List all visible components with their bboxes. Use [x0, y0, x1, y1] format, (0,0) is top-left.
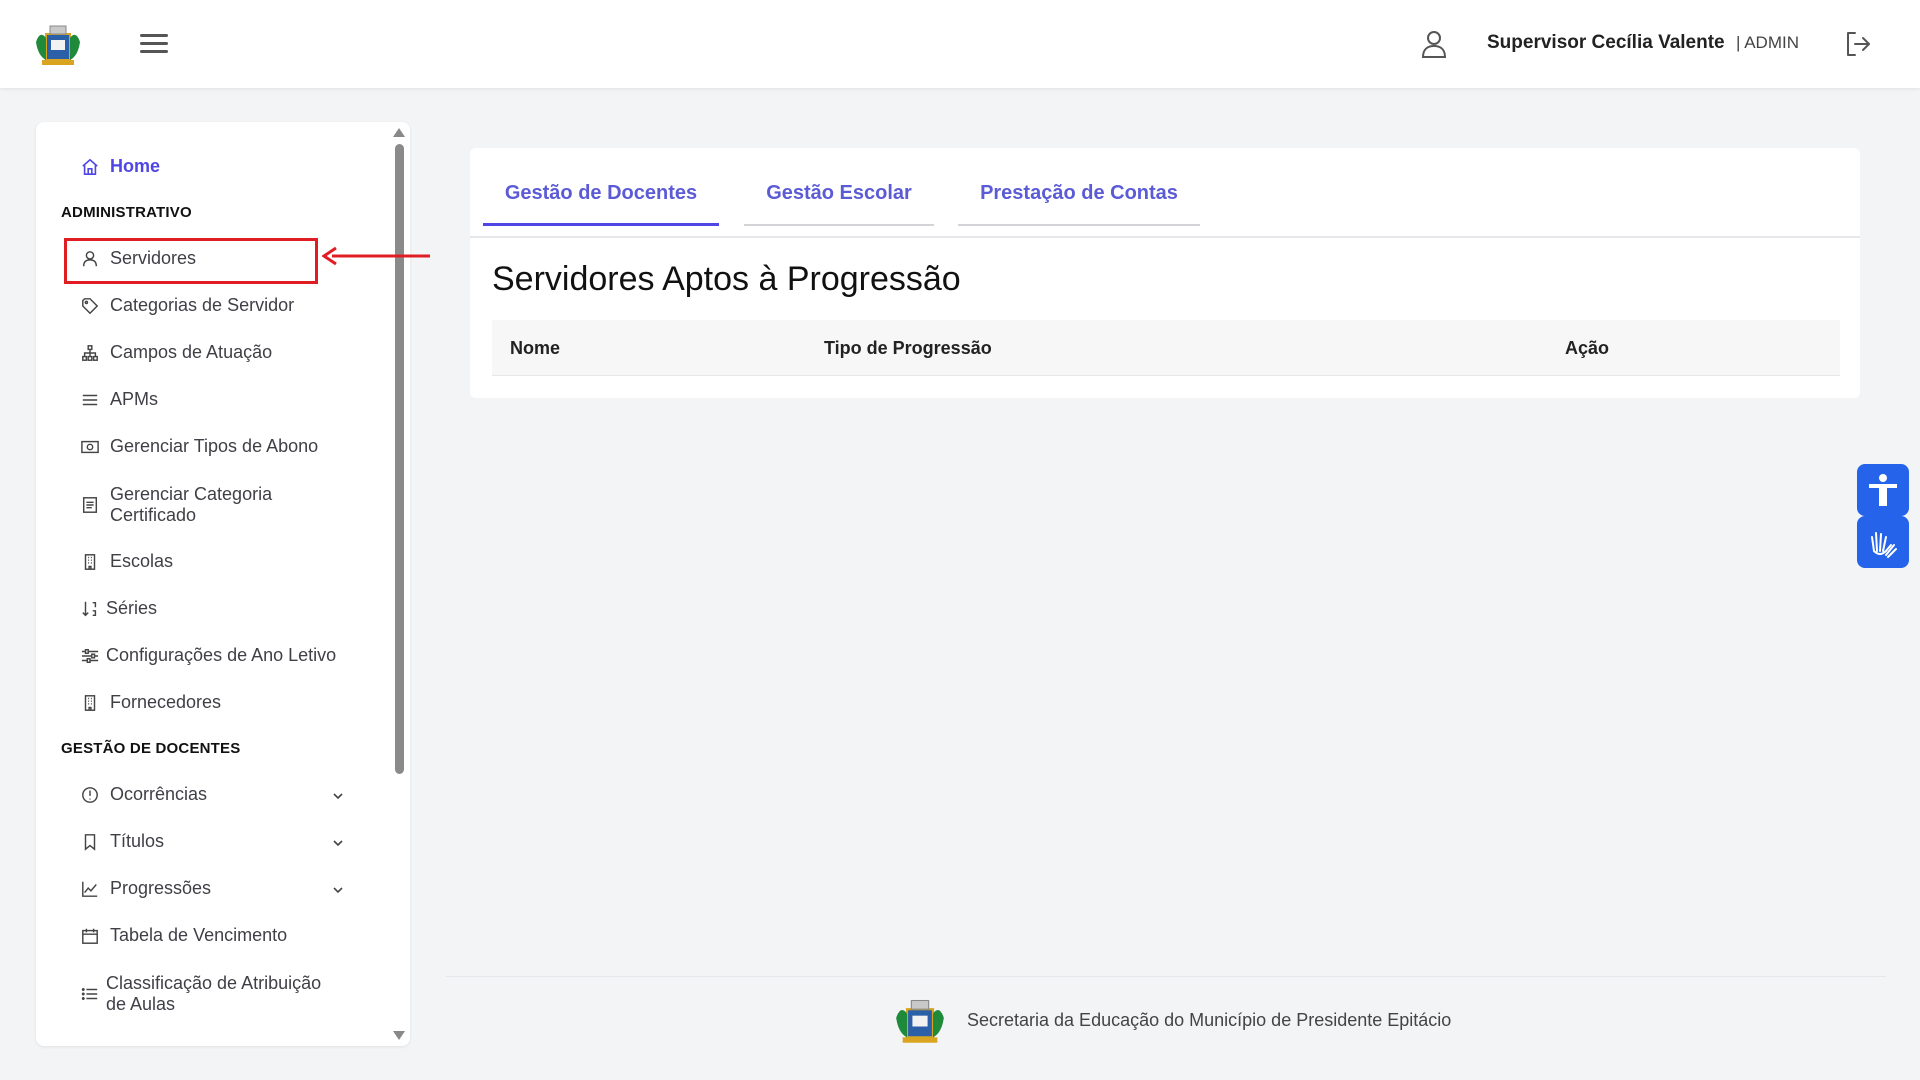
sidebar-item-label: Home [110, 156, 161, 176]
sidebar-item-home[interactable]: Home [80, 156, 160, 177]
column-header-nome[interactable]: Nome [510, 338, 560, 359]
main-card: Gestão de Docentes Gestão Escolar Presta… [470, 148, 1860, 398]
list-icon [80, 390, 100, 410]
sidebar-item-gerenciar-tipos-de-abono[interactable]: Gerenciar Tipos de Abono [80, 436, 318, 457]
sitemap-icon [80, 343, 100, 363]
sliders-icon [80, 646, 100, 666]
red-arrow-annotation [322, 246, 430, 266]
sidebar-item-label: Ocorrências [110, 784, 208, 804]
user-role: | ADMIN [1736, 33, 1799, 52]
sidebar-item-configuracoes-de-ano-letivo[interactable]: Configurações de Ano Letivo [80, 645, 336, 666]
scroll-down-icon[interactable] [393, 1031, 405, 1040]
sidebar-item-label: Títulos [110, 831, 165, 851]
sign-language-button[interactable] [1857, 516, 1909, 568]
accessibility-button[interactable] [1857, 464, 1909, 516]
footer-divider [446, 976, 1886, 977]
sidebar-item-fornecedores[interactable]: Fornecedores [80, 692, 221, 713]
logout-icon[interactable] [1842, 28, 1874, 60]
sign-language-hands-icon [1871, 532, 1897, 558]
sidebar-item-label: Categorias de Servidor [110, 295, 295, 315]
home-icon [80, 157, 100, 177]
sidebar-item-ocorrencias[interactable]: Ocorrências [80, 784, 207, 805]
table-header: Nome Tipo de Progressão Ação [492, 320, 1840, 376]
accessibility-icon [1869, 474, 1897, 506]
sort-icon [80, 599, 100, 619]
money-icon [80, 437, 100, 457]
municipal-crest-logo[interactable] [34, 22, 82, 66]
chevron-down-icon[interactable] [332, 790, 344, 802]
sidebar-item-label: Escolas [110, 551, 174, 571]
sidebar-item-titulos[interactable]: Títulos [80, 831, 164, 852]
sidebar-item-gerenciar-categoria-certificado[interactable]: Gerenciar Categoria Certificado [80, 484, 350, 526]
sidebar-item-apms[interactable]: APMs [80, 389, 158, 410]
sidebar-item-label: Séries [106, 598, 158, 618]
sidebar-item-escolas[interactable]: Escolas [80, 551, 173, 572]
document-icon [80, 495, 100, 515]
user-icon[interactable] [1418, 28, 1450, 60]
list-icon [80, 984, 100, 1004]
tag-icon [80, 296, 100, 316]
building-icon [80, 693, 100, 713]
sidebar-item-label: Campos de Atuação [110, 342, 273, 362]
sidebar-item-categorias-de-servidor[interactable]: Categorias de Servidor [80, 295, 294, 316]
municipal-crest-logo [896, 999, 944, 1043]
calendar-icon [80, 926, 100, 946]
section-title-gestao-de-docentes: GESTÃO DE DOCENTES [61, 740, 241, 757]
footer-text: Secretaria da Educação do Município de P… [967, 1010, 1452, 1030]
highlight-box [64, 238, 318, 284]
sidebar-item-label: Tabela de Vencimento [110, 925, 288, 945]
tab-gestao-escolar[interactable]: Gestão Escolar [744, 180, 934, 226]
alert-circle-icon [80, 785, 100, 805]
user-name: Supervisor Cecília Valente [1487, 32, 1725, 53]
sidebar-item-campos-de-atuacao[interactable]: Campos de Atuação [80, 342, 272, 363]
column-header-tipo-de-progressao[interactable]: Tipo de Progressão [824, 338, 992, 359]
sidebar-item-classificacao-de-atribuicao-de-aulas[interactable]: Classificação de Atribuição de Aulas [80, 973, 346, 1015]
tab-gestao-de-docentes[interactable]: Gestão de Docentes [483, 180, 719, 226]
sidebar-item-label: APMs [110, 389, 159, 409]
page-title: Servidores Aptos à Progressão [492, 260, 961, 298]
tab-prestacao-de-contas[interactable]: Prestação de Contas [958, 180, 1200, 226]
chevron-down-icon[interactable] [332, 884, 344, 896]
bookmark-icon [80, 832, 100, 852]
building-icon [80, 552, 100, 572]
sidebar-item-series[interactable]: Séries [80, 598, 157, 619]
top-header: Supervisor Cecília Valente | ADMIN [0, 0, 1920, 88]
scroll-up-icon[interactable] [393, 128, 405, 137]
chevron-down-icon[interactable] [332, 837, 344, 849]
sidebar-item-tabela-de-vencimento[interactable]: Tabela de Vencimento [80, 925, 287, 946]
sidebar-item-label: Gerenciar Categoria Certificado [110, 484, 273, 525]
hamburger-menu-button[interactable] [138, 30, 170, 58]
section-title-administrativo: ADMINISTRATIVO [61, 204, 192, 221]
sidebar-item-progressoes[interactable]: Progressões [80, 878, 211, 899]
sidebar-item-label: Fornecedores [110, 692, 222, 712]
sidebar-item-label: Gerenciar Tipos de Abono [110, 436, 319, 456]
tab-bar: Gestão de Docentes Gestão Escolar Presta… [470, 148, 1860, 238]
sidebar-item-label: Configurações de Ano Letivo [106, 645, 337, 665]
chart-line-icon [80, 879, 100, 899]
sidebar-item-label: Progressões [110, 878, 212, 898]
sidebar-item-label: Classificação de Atribuição de Aulas [106, 973, 322, 1014]
column-header-acao[interactable]: Ação [1565, 338, 1609, 359]
scrollbar-thumb[interactable] [395, 144, 404, 774]
